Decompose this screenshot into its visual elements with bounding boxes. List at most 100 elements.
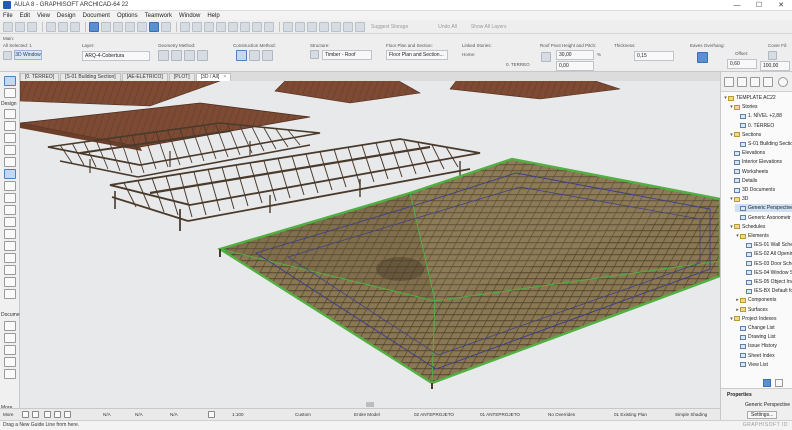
tree-item[interactable]: IES-BX Default fo xyxy=(741,287,792,295)
tree-item[interactable]: ▾ Stories xyxy=(729,103,792,111)
menu-view[interactable]: View xyxy=(37,13,50,19)
graphic-override-icon[interactable] xyxy=(319,21,329,32)
floor-plan-icon[interactable] xyxy=(192,21,202,32)
eaves-overhang-icon[interactable] xyxy=(697,52,708,63)
pivot-height-field[interactable]: 30,00 xyxy=(556,50,594,60)
menu-window[interactable]: Window xyxy=(179,13,200,19)
tree-item[interactable]: 1. NÍVEL +2,88 xyxy=(735,112,792,120)
polygon-method-icon[interactable] xyxy=(262,50,273,61)
door-tool-icon[interactable] xyxy=(4,205,16,215)
gravity-icon[interactable] xyxy=(149,21,159,32)
grid-snap-icon[interactable] xyxy=(113,21,123,32)
section-icon[interactable] xyxy=(204,21,214,32)
tree-item[interactable]: View List xyxy=(735,361,792,369)
tree-item[interactable]: ▾ Elements xyxy=(735,232,792,240)
renovation-filter-dropdown[interactable]: 01 Existing Plan xyxy=(614,411,647,419)
reserve-icon[interactable] xyxy=(252,21,262,32)
settings-button[interactable]: Settings... xyxy=(747,411,778,419)
layer-dropdown[interactable]: ARQ-4-Cobertura xyxy=(82,51,150,61)
tree-item[interactable]: ▾ 3D xyxy=(729,195,792,203)
roof-edge-icon[interactable] xyxy=(197,50,208,61)
cover-fill-field[interactable]: 100,00 xyxy=(760,61,790,71)
tree-item[interactable]: 3D Documents xyxy=(729,186,792,194)
menu-design[interactable]: Design xyxy=(57,13,76,19)
curtain-wall-tool-icon[interactable] xyxy=(4,229,16,239)
layout-book-icon[interactable] xyxy=(750,77,760,87)
layer-combination-dropdown[interactable]: 02 ANTEPROJETO xyxy=(414,411,454,419)
teamwork-icon[interactable] xyxy=(240,21,250,32)
text-tool-icon[interactable] xyxy=(4,345,16,355)
new-view-icon[interactable] xyxy=(763,379,771,387)
graphic-overrides-dropdown[interactable]: No Overrides xyxy=(548,411,575,419)
multi-plane-roof-icon[interactable] xyxy=(171,50,182,61)
tree-item[interactable]: ▾ Project Indexes xyxy=(729,315,792,323)
tree-item[interactable]: Worksheets xyxy=(729,168,792,176)
suggest-storage-button[interactable]: Suggest Storage xyxy=(371,24,408,30)
tab-eletrico[interactable]: [AE-ELÉTRICO] xyxy=(121,73,168,81)
zoom-out-icon[interactable] xyxy=(54,411,61,418)
project-map-icon[interactable] xyxy=(724,77,734,87)
menu-options[interactable]: Options xyxy=(117,13,138,19)
tree-item[interactable]: Sheet Index xyxy=(735,352,792,360)
model-view-icon[interactable] xyxy=(307,21,317,32)
snap-point-icon[interactable] xyxy=(137,21,147,32)
tree-item[interactable]: ▾ TEMPLATE AC22 xyxy=(723,94,792,102)
view-map-icon[interactable] xyxy=(737,77,747,87)
3d-viewport[interactable] xyxy=(20,81,720,408)
fit-window-icon[interactable] xyxy=(64,411,71,418)
tree-item[interactable]: IES-01 Wall Sched xyxy=(741,241,792,249)
scale-value[interactable]: 1:100 xyxy=(232,411,244,419)
slab-tool-icon[interactable] xyxy=(4,145,16,155)
show-all-layers-button[interactable]: Show All Layers xyxy=(471,24,507,30)
release-icon[interactable] xyxy=(264,21,274,32)
marquee-icon[interactable] xyxy=(101,21,111,32)
mesh-tool-icon[interactable] xyxy=(4,277,16,287)
opening-tool-icon[interactable] xyxy=(4,289,16,299)
tree-item[interactable]: ▾ Schedules xyxy=(729,223,792,231)
layer-icon[interactable] xyxy=(283,21,293,32)
publisher-sets-icon[interactable] xyxy=(763,77,773,87)
tree-item[interactable]: ▾ Sections xyxy=(729,131,792,139)
arrow-tool-icon[interactable] xyxy=(3,51,12,60)
menu-file[interactable]: File xyxy=(3,13,13,19)
menu-edit[interactable]: Edit xyxy=(20,13,30,19)
navigator-options-icon[interactable] xyxy=(778,77,788,87)
tab-3d-all[interactable]: [3D / All] × xyxy=(195,73,232,81)
structure-dropdown[interactable]: Timber - Roof xyxy=(322,50,372,60)
tree-item[interactable]: Interior Elevations xyxy=(729,158,792,166)
trace-icon[interactable] xyxy=(161,21,171,32)
hotlink-icon[interactable] xyxy=(343,21,353,32)
roof-model-top[interactable] xyxy=(20,81,621,107)
wall-tool-icon[interactable] xyxy=(4,109,16,119)
open-file-icon[interactable] xyxy=(15,21,25,32)
save-icon[interactable] xyxy=(27,21,37,32)
tree-item[interactable]: Generic Axonometr xyxy=(735,214,792,222)
arrow-tool-icon[interactable] xyxy=(4,76,16,86)
tab-plot[interactable]: [PLOT] xyxy=(168,73,195,81)
tree-item[interactable]: IES-03 Door Sche xyxy=(741,260,792,268)
pen-set-dropdown[interactable]: 01 ANTEPROJETO xyxy=(480,411,520,419)
menu-document[interactable]: Document xyxy=(83,13,110,19)
tree-item[interactable]: Issue History xyxy=(735,342,792,350)
graphisoft-id-brand[interactable]: GRAPHISOFT ID xyxy=(743,422,788,428)
tree-item[interactable]: S-01 Building Sectio xyxy=(735,140,792,148)
undo-all-button[interactable]: Undo All xyxy=(438,24,457,30)
tree-item[interactable]: Details xyxy=(729,177,792,185)
tree-item[interactable]: IES-02 All Openin xyxy=(741,250,792,258)
tree-item[interactable]: IES-04 Window Sc xyxy=(741,269,792,277)
renovation-icon[interactable] xyxy=(331,21,341,32)
zoom-in-icon[interactable] xyxy=(44,411,51,418)
tab-terreo[interactable]: [0. TÉRREO] xyxy=(20,73,60,81)
stair-tool-icon[interactable] xyxy=(4,157,16,167)
object-tool-icon[interactable] xyxy=(4,253,16,263)
tree-item[interactable]: Change List xyxy=(735,324,792,332)
cover-fill-icon[interactable] xyxy=(768,51,777,60)
cut-icon[interactable] xyxy=(46,21,56,32)
offset-field[interactable]: 0,60 xyxy=(727,59,757,69)
render-icon[interactable] xyxy=(228,21,238,32)
model-dropdown[interactable]: Entire Model xyxy=(354,411,380,419)
tree-item[interactable]: 0. TÉRREO xyxy=(735,122,792,130)
shell-tool-icon[interactable] xyxy=(4,181,16,191)
tree-item[interactable]: ▸ Components xyxy=(735,296,792,304)
3d-view-icon[interactable] xyxy=(180,21,190,32)
